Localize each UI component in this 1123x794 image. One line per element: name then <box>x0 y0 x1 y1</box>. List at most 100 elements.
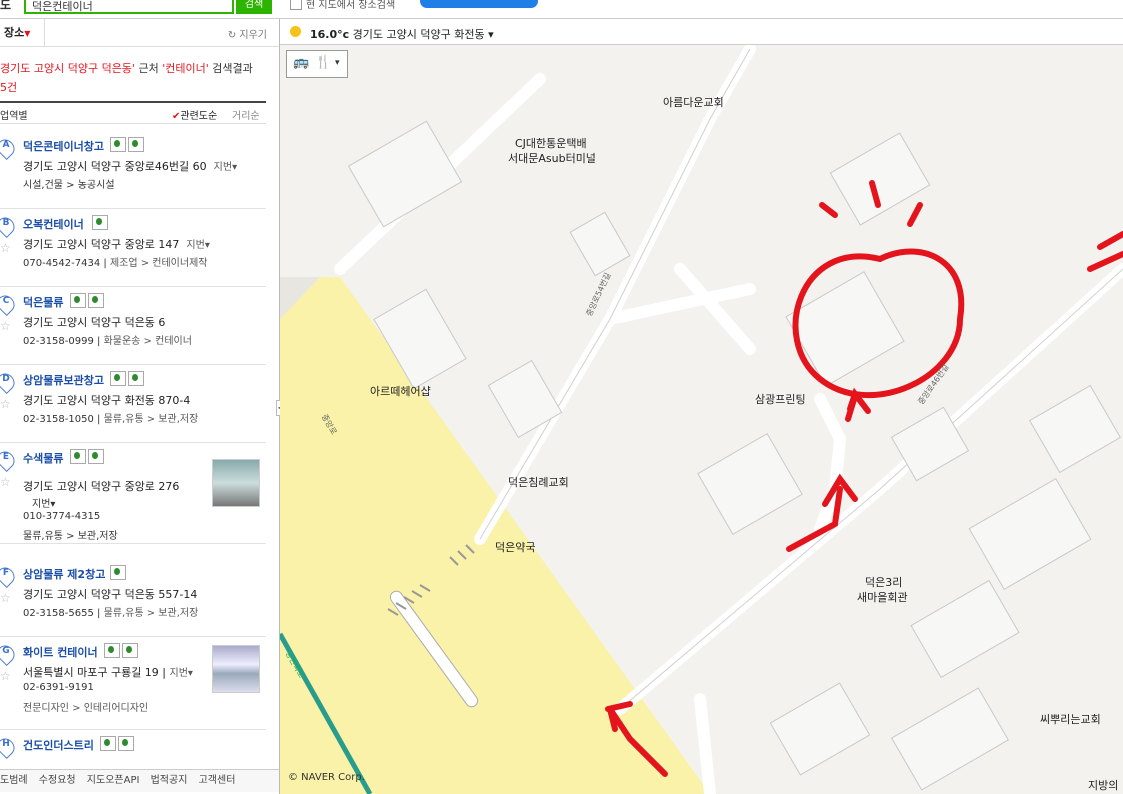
jibun-toggle[interactable]: 지번 <box>214 162 232 173</box>
place-phone-category: 02-3158-0999 | 화물운송 > 컨테이너 <box>23 336 192 347</box>
panel-footer: 도범례 수정요청 지도오픈API 법적공지 고객센터 <box>0 769 279 792</box>
map-search-checkbox[interactable] <box>290 0 302 10</box>
route-icon[interactable] <box>110 137 126 152</box>
footer-customer-center-link[interactable]: 고객센터 <box>199 775 236 786</box>
map-label[interactable]: 아르떼헤어샵 <box>370 383 431 399</box>
map-label[interactable]: 서대문Asub터미널 <box>508 150 596 166</box>
place-icons <box>110 371 146 386</box>
top-pill-button[interactable] <box>420 0 538 8</box>
place-name-link[interactable]: 오복컨테이너 <box>23 216 84 232</box>
place-category: 물류,유통 > 보관,저장 <box>23 531 118 542</box>
list-item[interactable]: F ☆ 상암물류 제2창고 경기도 고양시 덕양구 덕은동 557-14 02-… <box>0 559 266 637</box>
map-label[interactable]: 씨뿌리는교회 <box>1040 711 1101 727</box>
list-item[interactable]: G ☆ 화이트 컨테이너 서울특별시 마포구 구룡길 19 | 지번▾ 02-6… <box>0 637 266 730</box>
star-icon[interactable]: ☆ <box>0 669 11 683</box>
search-input[interactable]: 덕은컨테이너 <box>24 0 234 14</box>
bus-icon[interactable]: 🚌 <box>293 55 309 70</box>
map-view[interactable]: 16.0°c 경기도 고양시 덕양구 화전동 ▾ 🚌 🍴 ▾ 아름다운교회 CJ… <box>280 19 1123 794</box>
route-icon[interactable] <box>100 736 116 751</box>
list-item[interactable]: H 건도인더스트리 <box>0 730 266 760</box>
search-button[interactable]: 검색 <box>236 0 272 14</box>
place-name-link[interactable]: 건도인더스트리 <box>23 737 94 753</box>
jibun-toggle[interactable]: 지번▾ <box>32 495 55 510</box>
place-address: 경기도 고양시 덕양구 중앙로 276 <box>23 480 180 493</box>
footer-legend-link[interactable]: 도범례 <box>0 775 28 786</box>
route-icon[interactable] <box>110 371 126 386</box>
street-view-icon[interactable] <box>122 643 138 658</box>
street-view-icon[interactable] <box>118 736 134 751</box>
result-summary: 경기도 고양시 덕양구 덕은동' 근처 '컨테이너' 검색결과 5건 <box>0 62 253 94</box>
footer-legal-link[interactable]: 법적공지 <box>151 775 188 786</box>
star-icon[interactable]: ☆ <box>0 591 11 605</box>
map-label[interactable]: 아름다운교회 <box>663 94 724 110</box>
chevron-down-icon: ▼ <box>24 29 31 38</box>
place-photo[interactable] <box>212 459 260 507</box>
top-search-bar: 도 덕은컨테이너 검색 현 지도에서 장소검색 <box>0 0 1123 19</box>
map-label[interactable]: 덕은침례교회 <box>508 474 569 490</box>
route-icon[interactable] <box>70 293 86 308</box>
place-name-link[interactable]: 덕은물류 <box>23 294 63 310</box>
map-search-checkbox-label: 현 지도에서 장소검색 <box>306 0 396 11</box>
list-item[interactable]: B ☆ 오복컨테이너 경기도 고양시 덕양구 중앙로 147 지번▾ 070-4… <box>0 209 266 287</box>
sort-distance[interactable]: 거리순 <box>232 107 260 122</box>
sort-relevance[interactable]: ✔관련도순 <box>172 107 217 122</box>
clear-button[interactable]: ↻ 지우기 <box>228 26 267 41</box>
street-view-icon[interactable] <box>128 137 144 152</box>
route-icon[interactable] <box>70 449 86 464</box>
place-phone-category: 070-4542-7434 | 제조업 > 컨테이너제작 <box>23 258 208 269</box>
map-label[interactable]: 덕은약국 <box>495 539 535 555</box>
street-view-icon[interactable] <box>88 449 104 464</box>
list-item[interactable]: E ☆ 수색물류 경기도 고양시 덕양구 중앙로 276 지번▾ 010-377… <box>0 443 266 544</box>
map-label[interactable]: 새마을회관 <box>857 589 908 605</box>
map-label[interactable]: 지방의 <box>1088 777 1118 793</box>
map-label[interactable]: CJ대한통운택배 <box>515 135 587 151</box>
place-phone-category: 02-3158-1050 | 물류,유통 > 보관,저장 <box>23 414 199 425</box>
list-item[interactable]: C ☆ 덕은물류 경기도 고양시 덕양구 덕은동 6 02-3158-0999 … <box>0 287 266 365</box>
top-edge-glyph: 도 <box>0 0 12 12</box>
pin-letter: A <box>2 140 10 150</box>
map-label[interactable]: 덕은3리 <box>865 574 902 590</box>
place-name-link[interactable]: 덕은콘테이너창고 <box>23 138 104 154</box>
pin-letter: E <box>2 452 10 462</box>
route-icon[interactable] <box>104 643 120 658</box>
restaurant-icon[interactable]: 🍴 <box>315 55 331 70</box>
place-name-link[interactable]: 상암물류보관창고 <box>23 372 104 388</box>
place-name-link[interactable]: 상암물류 제2창고 <box>23 566 105 582</box>
star-icon[interactable]: ☆ <box>0 397 11 411</box>
chevron-down-icon[interactable]: ▾ <box>488 28 494 41</box>
route-icon[interactable] <box>110 565 126 580</box>
list-item[interactable]: A 덕은콘테이너창고 경기도 고양시 덕양구 중앙로46번길 60 지번▾ 시설… <box>0 131 266 209</box>
place-category: 전문디자인 > 인테리어디자인 <box>23 703 149 714</box>
tab-place[interactable]: 장소▼ <box>0 19 45 46</box>
map-label[interactable]: 삼광프린팅 <box>755 391 806 407</box>
star-icon[interactable]: ☆ <box>0 475 11 489</box>
jibun-toggle[interactable]: 지번 <box>170 668 188 679</box>
map-category-control: 🚌 🍴 ▾ <box>286 50 348 78</box>
place-category: 시설,건물 > 농공시설 <box>23 180 115 191</box>
place-phone: 02-6391-9191 <box>23 682 94 693</box>
place-icons <box>92 215 110 230</box>
place-icons <box>100 736 136 751</box>
footer-edit-request-link[interactable]: 수정요청 <box>39 775 76 786</box>
street-view-icon[interactable] <box>88 293 104 308</box>
place-photo[interactable] <box>212 645 260 693</box>
star-icon[interactable]: ☆ <box>0 319 11 333</box>
sort-category[interactable]: 업역별 <box>0 107 28 122</box>
place-name-link[interactable]: 수색물류 <box>23 450 63 466</box>
map-canvas <box>280 43 1123 794</box>
pin-letter: H <box>2 739 10 749</box>
place-icons <box>110 565 128 580</box>
route-icon[interactable] <box>92 215 108 230</box>
chevron-down-icon[interactable]: ▾ <box>335 58 340 68</box>
street-view-icon[interactable] <box>128 371 144 386</box>
search-result-panel: 장소▼ ↻ 지우기 경기도 고양시 덕양구 덕은동' 근처 '컨테이너' 검색결… <box>0 19 280 794</box>
place-address: 경기도 고양시 덕양구 덕은동 6 <box>23 316 166 329</box>
footer-open-api-link[interactable]: 지도오픈API <box>87 775 140 786</box>
pin-letter: D <box>2 374 10 384</box>
star-icon[interactable]: ☆ <box>0 241 11 255</box>
place-name-link[interactable]: 화이트 컨테이너 <box>23 644 98 660</box>
place-address: 경기도 고양시 덕양구 중앙로 147 지번▾ <box>23 238 210 251</box>
jibun-toggle[interactable]: 지번 <box>186 240 204 251</box>
map-copyright: © NAVER Corp. <box>288 772 365 783</box>
list-item[interactable]: D ☆ 상암물류보관창고 경기도 고양시 덕양구 화전동 870-4 02-31… <box>0 365 266 443</box>
